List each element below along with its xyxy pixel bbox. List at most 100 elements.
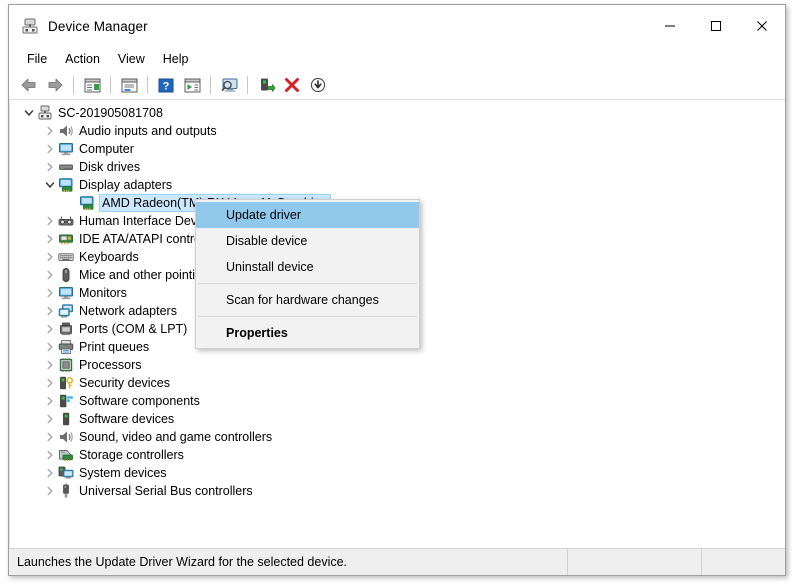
device-manager-icon xyxy=(21,17,39,35)
tree-row-label: Sound, video and game controllers xyxy=(79,430,273,444)
chevron-right-icon[interactable] xyxy=(42,159,58,175)
chevron-right-icon[interactable] xyxy=(42,411,58,427)
status-bar: Launches the Update Driver Wizard for th… xyxy=(9,548,785,575)
tree-row-label: Storage controllers xyxy=(79,448,184,462)
keyboard-icon xyxy=(58,249,74,265)
back-button[interactable] xyxy=(16,73,42,97)
help-button[interactable]: ? xyxy=(153,73,179,97)
context-menu-item-label: Properties xyxy=(226,326,288,340)
window-title: Device Manager xyxy=(48,18,148,34)
disable-device-button[interactable] xyxy=(305,73,331,97)
window-controls xyxy=(647,5,785,47)
toolbar-separator-4 xyxy=(210,76,211,94)
menu-view[interactable]: View xyxy=(109,49,154,70)
uninstall-device-button[interactable] xyxy=(279,73,305,97)
tree-row-13[interactable]: Processors xyxy=(10,356,785,374)
context-menu-item-4[interactable]: Properties xyxy=(196,320,419,346)
menu-help[interactable]: Help xyxy=(154,49,198,70)
tree-row-label: Ports (COM & LPT) xyxy=(79,322,188,336)
tree-row-root[interactable]: SC-201905081708 xyxy=(10,104,785,122)
chevron-right-icon[interactable] xyxy=(42,393,58,409)
tree-row-label: Universal Serial Bus controllers xyxy=(79,484,253,498)
toolbar-separator-5 xyxy=(247,76,248,94)
tree-row-16[interactable]: Software devices xyxy=(10,410,785,428)
tree-row-20[interactable]: Universal Serial Bus controllers xyxy=(10,482,785,500)
device-context-menu: Update driver Disable device Uninstall dev… xyxy=(195,199,420,349)
forward-button[interactable] xyxy=(42,73,68,97)
chevron-right-icon[interactable] xyxy=(42,267,58,283)
chevron-right-icon[interactable] xyxy=(42,429,58,445)
svg-text:?: ? xyxy=(163,80,170,92)
chevron-right-icon[interactable] xyxy=(42,213,58,229)
chevron-right-icon[interactable] xyxy=(42,303,58,319)
tree-row-label: System devices xyxy=(79,466,167,480)
chevron-right-icon[interactable] xyxy=(42,249,58,265)
menu-file[interactable]: File xyxy=(18,49,56,70)
context-menu-item-0[interactable]: Update driver xyxy=(196,202,419,228)
tree-row-label: Disk drives xyxy=(79,160,141,174)
chevron-right-icon[interactable] xyxy=(42,141,58,157)
mouse-icon xyxy=(58,267,74,283)
software-device-icon xyxy=(58,411,74,427)
chevron-right-icon[interactable] xyxy=(42,339,58,355)
tree-row-1[interactable]: Computer xyxy=(10,140,785,158)
tree-row-label: Print queues xyxy=(79,340,150,354)
display-adapter-icon xyxy=(79,195,95,211)
tree-row-15[interactable]: Software components xyxy=(10,392,785,410)
tree-row-label: Display adapters xyxy=(79,178,173,192)
chevron-right-icon[interactable] xyxy=(42,321,58,337)
tree-row-label: Audio inputs and outputs xyxy=(79,124,217,138)
port-icon xyxy=(58,321,74,337)
tree-row-17[interactable]: Sound, video and game controllers xyxy=(10,428,785,446)
storage-controller-icon xyxy=(58,447,74,463)
speaker-icon xyxy=(58,123,74,139)
processor-icon xyxy=(58,357,74,373)
chevron-right-icon[interactable] xyxy=(42,375,58,391)
chevron-right-icon[interactable] xyxy=(42,447,58,463)
tree-row-18[interactable]: Storage controllers xyxy=(10,446,785,464)
show-hide-console-tree-button[interactable] xyxy=(79,73,105,97)
menu-bar: File Action View Help xyxy=(9,47,785,71)
toolbar-separator-2 xyxy=(110,76,111,94)
context-menu-item-label: Update driver xyxy=(226,208,302,222)
chevron-down-icon[interactable] xyxy=(21,105,37,121)
toolbar-separator-1 xyxy=(73,76,74,94)
chevron-right-icon[interactable] xyxy=(42,285,58,301)
software-component-icon xyxy=(58,393,74,409)
chevron-right-icon[interactable] xyxy=(42,357,58,373)
menu-action[interactable]: Action xyxy=(56,49,109,70)
disk-drive-icon xyxy=(58,159,74,175)
display-adapter-icon xyxy=(58,177,74,193)
context-menu-item-2[interactable]: Uninstall device xyxy=(196,254,419,280)
toolbar: ? xyxy=(9,71,785,100)
minimize-button[interactable] xyxy=(647,5,693,47)
update-driver-button[interactable] xyxy=(253,73,279,97)
show-hide-action-pane-button[interactable] xyxy=(179,73,205,97)
chevron-right-icon[interactable] xyxy=(42,123,58,139)
context-menu-item-1[interactable]: Disable device xyxy=(196,228,419,254)
maximize-button[interactable] xyxy=(693,5,739,47)
tree-row-label: Monitors xyxy=(79,286,127,300)
printer-icon xyxy=(58,339,74,355)
tree-row-label: Security devices xyxy=(79,376,171,390)
tree-row-14[interactable]: Security devices xyxy=(10,374,785,392)
security-key-icon xyxy=(58,375,74,391)
chevron-right-icon[interactable] xyxy=(42,231,58,247)
chevron-down-icon[interactable] xyxy=(42,177,58,193)
status-panel-mid xyxy=(567,549,701,575)
tree-row-0[interactable]: Audio inputs and outputs xyxy=(10,122,785,140)
properties-button[interactable] xyxy=(116,73,142,97)
close-button[interactable] xyxy=(739,5,785,47)
context-menu-item-3[interactable]: Scan for hardware changes xyxy=(196,287,419,313)
context-menu-item-label: Uninstall device xyxy=(226,260,314,274)
tree-row-19[interactable]: System devices xyxy=(10,464,785,482)
tree-row-label: Computer xyxy=(79,142,134,156)
tree-row-2[interactable]: Disk drives xyxy=(10,158,785,176)
context-menu-separator xyxy=(198,283,417,284)
chevron-right-icon[interactable] xyxy=(42,465,58,481)
tree-row-3[interactable]: Display adapters xyxy=(10,176,785,194)
chevron-right-icon[interactable] xyxy=(42,483,58,499)
scan-for-hardware-changes-button[interactable] xyxy=(216,73,242,97)
toolbar-separator-3 xyxy=(147,76,148,94)
